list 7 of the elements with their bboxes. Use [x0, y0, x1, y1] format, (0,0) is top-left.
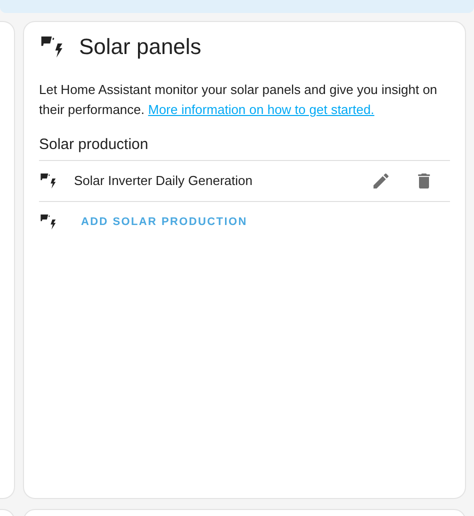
card-title: Solar panels	[79, 36, 202, 58]
add-solar-production-button[interactable]: ADD SOLAR PRODUCTION	[81, 214, 248, 230]
source-name: Solar Inverter Daily Generation	[74, 172, 254, 190]
section-heading: Solar production	[39, 135, 150, 155]
info-link[interactable]: More information on how to get started.	[148, 102, 374, 117]
description: Let Home Assistant monitor your solar panels and give you insight on their performance. More information on how to get started.	[39, 81, 438, 119]
pencil-icon	[371, 171, 391, 191]
